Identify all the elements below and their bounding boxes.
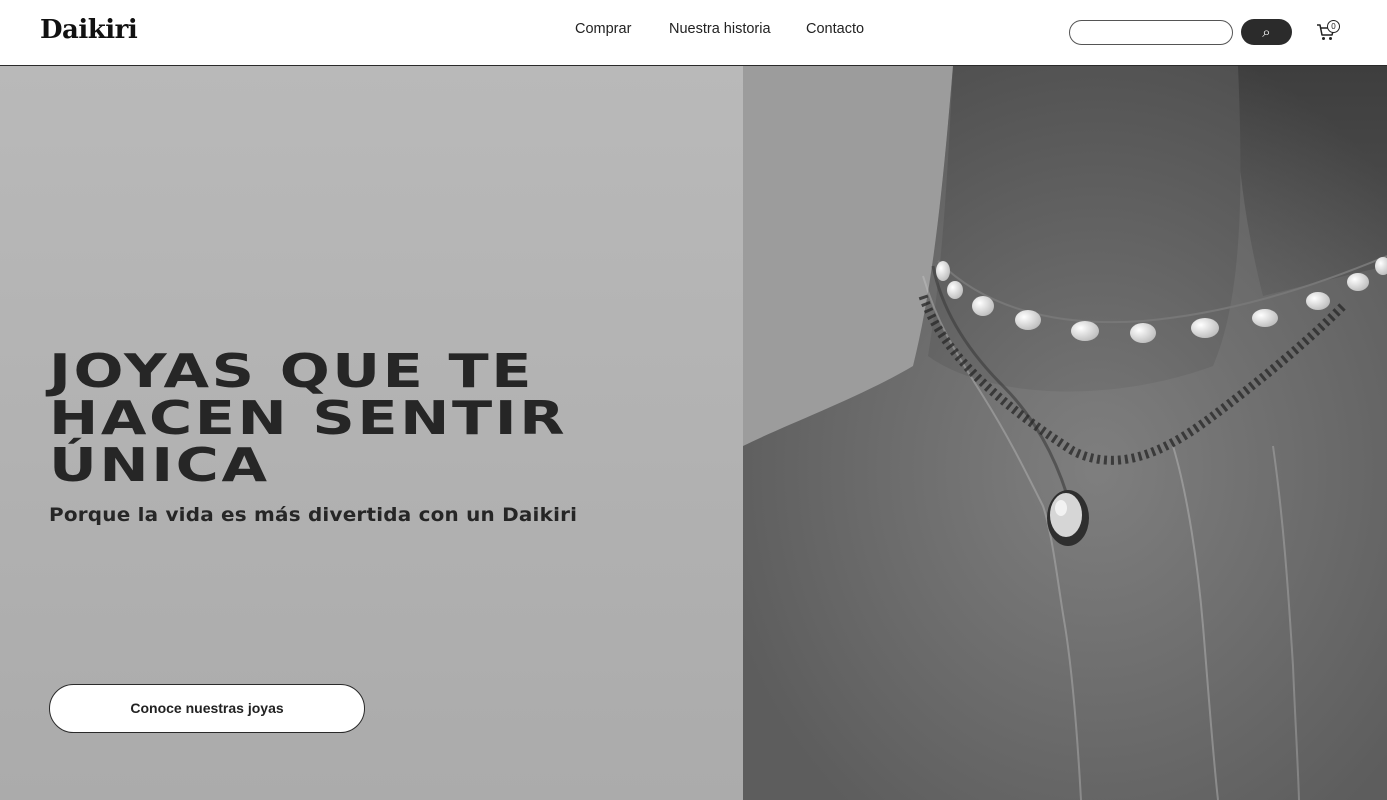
necklace-photo: [743, 66, 1387, 800]
hero-image: [743, 66, 1387, 800]
shop-jewelry-button[interactable]: Conoce nuestras joyas: [49, 684, 365, 733]
hero-subtitle: Porque la vida es más divertida con un D…: [49, 504, 578, 526]
nav-link-contacto[interactable]: Contacto: [806, 21, 864, 37]
site-header: Daikiri Comprar Nuestra historia Contact…: [0, 0, 1387, 66]
search-button[interactable]: ⌕: [1241, 19, 1292, 45]
pendant: [1047, 490, 1089, 546]
hero-section: JOYAS QUE TE HACEN SENTIR ÚNICA Porque l…: [0, 66, 743, 800]
search-input[interactable]: [1069, 20, 1233, 45]
cart-count-badge: 0: [1327, 20, 1340, 33]
logo[interactable]: Daikiri: [40, 15, 138, 45]
nav-link-nuestra-historia[interactable]: Nuestra historia: [669, 21, 771, 37]
cart-button[interactable]: 0: [1316, 20, 1342, 44]
search-icon: ⌕: [1262, 23, 1271, 41]
nav-link-comprar[interactable]: Comprar: [575, 21, 631, 37]
